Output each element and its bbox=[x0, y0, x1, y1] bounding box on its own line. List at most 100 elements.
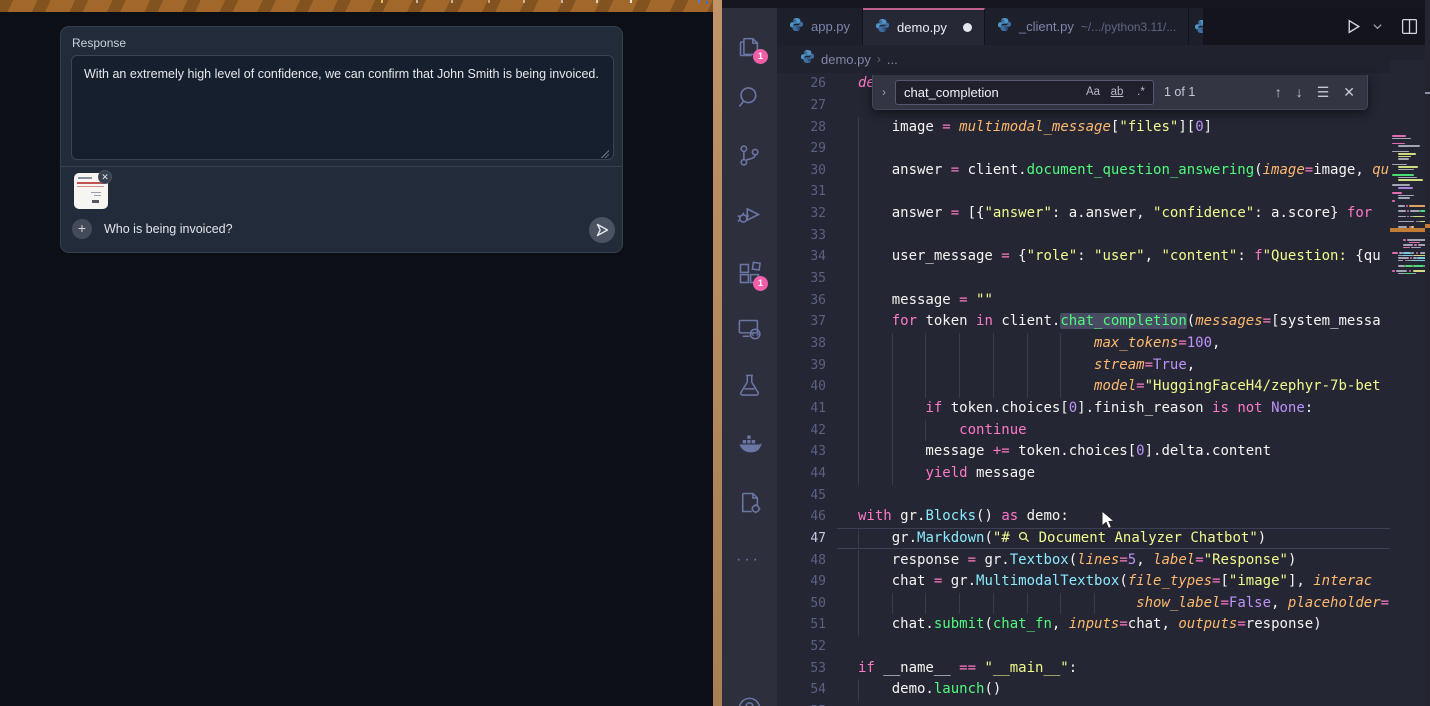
overview-ruler[interactable] bbox=[1425, 0, 1430, 706]
minimap-line bbox=[1410, 210, 1420, 212]
line-number: 37 bbox=[777, 311, 826, 333]
split-editor-icon[interactable] bbox=[1401, 18, 1418, 35]
chat-input-text[interactable]: Who is being invoiced? bbox=[104, 222, 233, 236]
whole-word-toggle[interactable]: ab bbox=[1105, 86, 1129, 98]
minimap-line bbox=[1392, 151, 1409, 153]
regex-toggle[interactable]: .* bbox=[1129, 86, 1153, 98]
explorer-icon[interactable]: 1 bbox=[736, 33, 763, 60]
minimap-line bbox=[1414, 265, 1424, 267]
minimap-line bbox=[1398, 257, 1409, 259]
source-control-icon[interactable] bbox=[736, 142, 763, 169]
send-button[interactable] bbox=[589, 217, 615, 243]
minimap-line bbox=[1411, 247, 1421, 249]
code-line: 38 max_tokens=100, bbox=[777, 333, 1430, 355]
find-close-button[interactable]: ✕ bbox=[1343, 84, 1355, 101]
chat-input-row: + Who is being invoiced? bbox=[61, 213, 622, 251]
indent-guide bbox=[858, 225, 859, 247]
line-number: 38 bbox=[777, 333, 826, 355]
tab-client-py[interactable]: _client.py ~/.../python3.11/... bbox=[985, 8, 1189, 45]
match-case-toggle[interactable]: Aa bbox=[1081, 86, 1105, 98]
line-number: 53 bbox=[777, 658, 826, 680]
more-actions-icon[interactable]: ··· bbox=[736, 551, 761, 569]
search-icon[interactable] bbox=[736, 84, 763, 111]
tab-app-py[interactable]: app.py bbox=[777, 8, 863, 45]
minimap-line bbox=[1398, 153, 1416, 155]
line-number: 35 bbox=[777, 268, 826, 290]
run-button[interactable] bbox=[1345, 18, 1362, 35]
minimap-line bbox=[1396, 270, 1407, 272]
response-textarea[interactable]: With an extremely high level of confiden… bbox=[71, 55, 614, 160]
line-number: 26 bbox=[777, 73, 826, 95]
minimap-line bbox=[1403, 239, 1406, 241]
line-number: 32 bbox=[777, 203, 826, 225]
titlebar-favicon-specks bbox=[630, 0, 632, 3]
tab-demo-py[interactable]: demo.py bbox=[863, 8, 985, 45]
minimap-line bbox=[1398, 210, 1406, 212]
minimap-line bbox=[1398, 177, 1417, 179]
line-number: 50 bbox=[777, 593, 826, 615]
line-number: 28 bbox=[777, 117, 826, 139]
minimap-line bbox=[1405, 260, 1407, 262]
run-debug-icon[interactable] bbox=[736, 201, 763, 228]
gradio-form-panel: Response With an extremely high level of… bbox=[60, 26, 623, 253]
line-number: 44 bbox=[777, 463, 826, 485]
modified-dot-icon[interactable] bbox=[963, 23, 972, 32]
line-number: 54 bbox=[777, 679, 826, 701]
code-text: chat.submit(chat_fn, inputs=chat, output… bbox=[858, 614, 1322, 636]
code-line: 50 show_label=False, placeholder= bbox=[777, 593, 1430, 615]
textarea-resize-grip[interactable] bbox=[600, 149, 609, 158]
activity-bar: 1 1 bbox=[722, 8, 777, 706]
find-previous-button[interactable]: ↑ bbox=[1275, 84, 1282, 100]
code-line: 41 if token.choices[0].finish_reason is … bbox=[777, 398, 1430, 420]
code-text: message = "" bbox=[858, 290, 993, 312]
minimap-line bbox=[1392, 174, 1414, 176]
find-input[interactable]: chat_completion Aa ab .* bbox=[895, 80, 1154, 105]
indent-guide bbox=[858, 268, 859, 290]
minimap-line bbox=[1392, 135, 1406, 137]
minimap-line bbox=[1398, 221, 1415, 223]
minimap-line bbox=[1405, 273, 1413, 275]
docker-icon[interactable] bbox=[736, 431, 763, 458]
vscode-titlebar-sliver bbox=[722, 0, 1430, 8]
account-icon[interactable] bbox=[736, 695, 763, 706]
remove-attachment-button[interactable]: ✕ bbox=[98, 170, 112, 184]
remote-explorer-icon[interactable] bbox=[736, 316, 763, 343]
dev-container-icon[interactable] bbox=[736, 489, 763, 516]
minimap-line bbox=[1398, 195, 1415, 197]
code-line: 54 demo.launch() bbox=[777, 679, 1430, 701]
breadcrumb[interactable]: demo.py › ... bbox=[777, 45, 1430, 73]
line-number: 46 bbox=[777, 506, 826, 528]
run-dropdown-chevron-icon[interactable] bbox=[1372, 21, 1383, 32]
extensions-icon[interactable]: 1 bbox=[736, 260, 763, 287]
minimap-line bbox=[1411, 252, 1414, 254]
panel-divider bbox=[61, 166, 622, 167]
minimap[interactable] bbox=[1390, 60, 1425, 693]
response-label: Response bbox=[72, 36, 126, 50]
code-line: 30 answer = client.document_question_ans… bbox=[777, 160, 1430, 182]
find-next-button[interactable]: ↓ bbox=[1296, 84, 1303, 100]
code-editor[interactable]: 26de2728 image = multimodal_message["fil… bbox=[777, 73, 1430, 706]
minimap-line bbox=[1405, 265, 1413, 267]
code-line: 36 message = "" bbox=[777, 290, 1430, 312]
add-file-button[interactable]: + bbox=[72, 219, 92, 239]
find-in-selection-button[interactable]: ☰ bbox=[1317, 84, 1330, 101]
ruler-mark bbox=[1425, 92, 1430, 94]
minimap-line bbox=[1392, 138, 1411, 140]
find-expand-chevron-icon[interactable]: › bbox=[873, 85, 895, 99]
minimap-line bbox=[1403, 247, 1410, 249]
code-text: for token in client.chat_completion(mess… bbox=[858, 311, 1381, 333]
code-line: 35 bbox=[777, 268, 1430, 290]
code-line: 37 for token in client.chat_completion(m… bbox=[777, 311, 1430, 333]
tab-overflow-sliver[interactable] bbox=[1189, 8, 1203, 45]
minimap-line bbox=[1403, 244, 1413, 246]
line-number: 31 bbox=[777, 181, 826, 203]
test-beaker-icon[interactable] bbox=[736, 372, 763, 399]
code-text: message += token.choices[0].delta.conten… bbox=[858, 441, 1271, 463]
minimap-line bbox=[1398, 158, 1409, 160]
code-line: 49 chat = gr.MultimodalTextbox(file_type… bbox=[777, 571, 1430, 593]
code-line: 42 continue bbox=[777, 420, 1430, 442]
code-text: demo.launch() bbox=[858, 679, 1001, 701]
minimap-line bbox=[1398, 166, 1419, 168]
find-query-text[interactable]: chat_completion bbox=[896, 85, 1081, 100]
minimap-line bbox=[1413, 216, 1424, 218]
